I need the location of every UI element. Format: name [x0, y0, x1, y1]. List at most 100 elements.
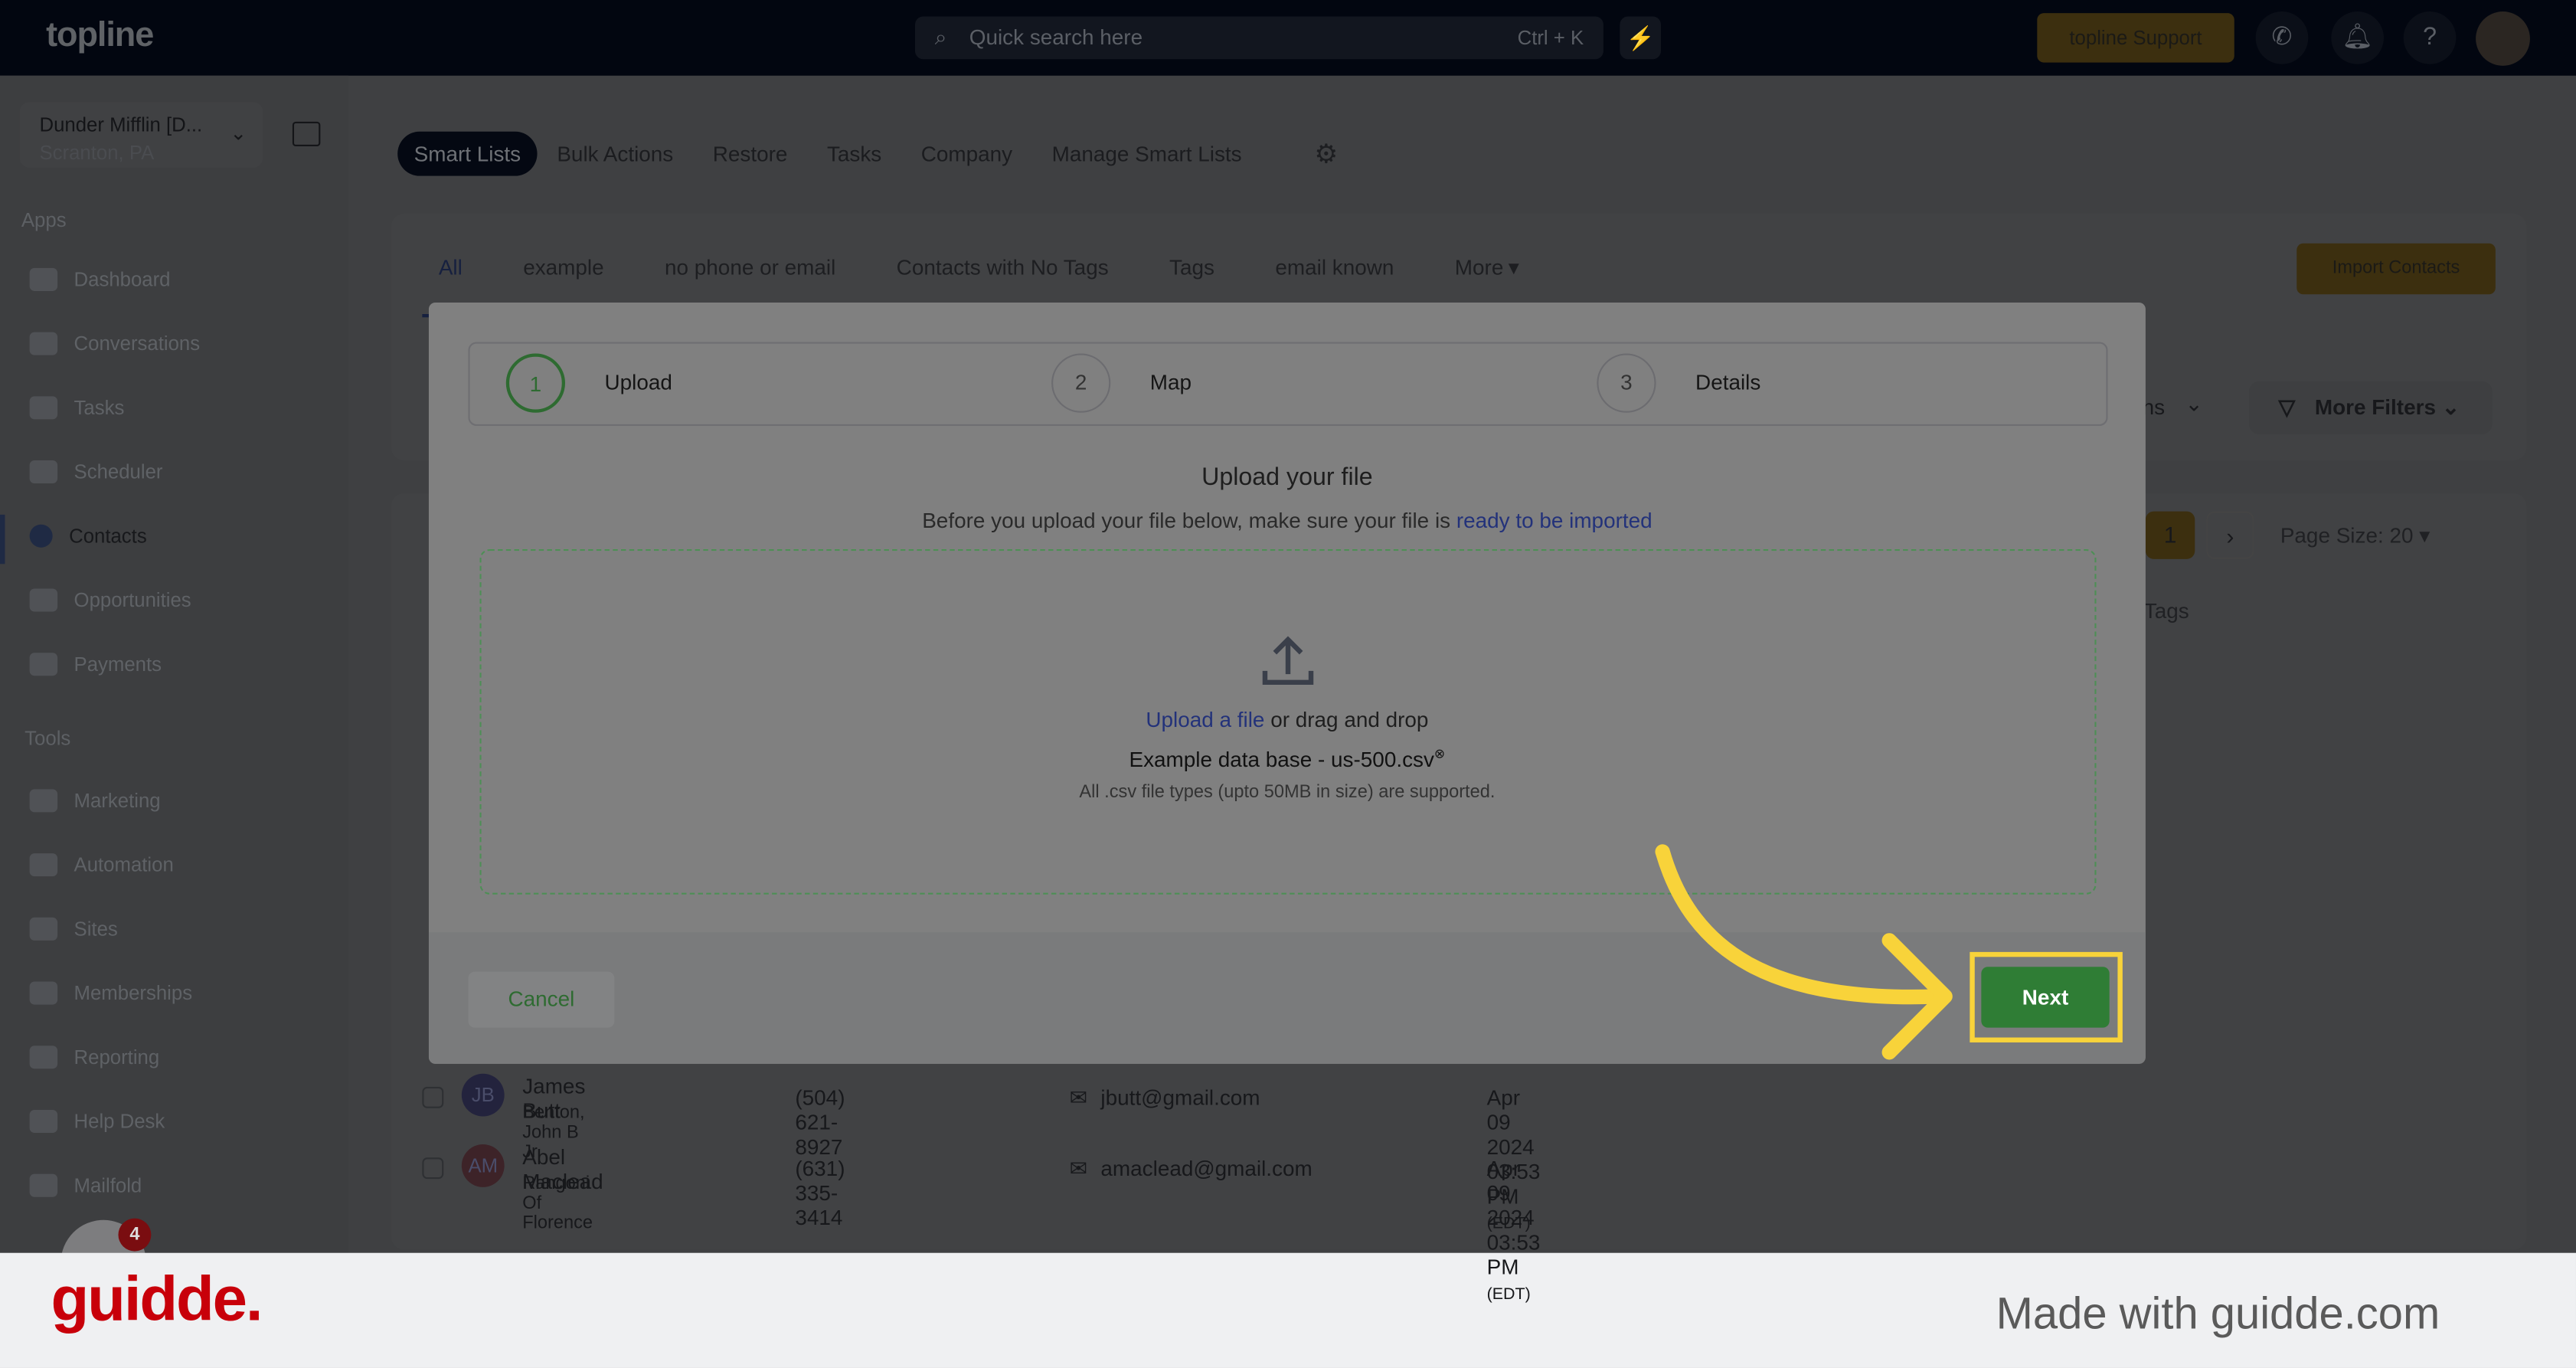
modal-subtitle: Before you upload your file below, make … — [429, 508, 2146, 532]
modal-title: Upload your file — [1201, 463, 1373, 492]
user-avatar[interactable] — [2476, 11, 2530, 66]
sidebar-item-help-desk[interactable]: Help Desk — [29, 1109, 165, 1134]
sidebar-item-automation[interactable]: Automation — [29, 853, 174, 877]
sidebar-item-sites[interactable]: Sites — [29, 917, 118, 941]
conversations-icon — [29, 332, 58, 355]
account-name: Dunder Mifflin [D... — [39, 113, 203, 137]
tools-heading: Tools — [25, 726, 71, 750]
sidebar-item-payments[interactable]: Payments — [29, 653, 162, 676]
step-2-label: Map — [1149, 369, 1192, 395]
row-checkbox[interactable] — [422, 1157, 444, 1180]
sidebar-item-label: Scheduler — [74, 460, 163, 484]
contact-email: jbutt@gmail.com — [1100, 1085, 1260, 1110]
row-checkbox[interactable] — [422, 1086, 444, 1108]
tasks-icon — [29, 396, 58, 420]
contact-company: Rangoni Of Florence — [522, 1173, 593, 1233]
list-tab-more[interactable]: More — [1455, 255, 1504, 281]
date-value: Apr 09 2024 03:53 PM — [1486, 1156, 1541, 1280]
help-icon[interactable]: ? — [2403, 11, 2457, 64]
upload-prompt: Upload a file or drag and drop — [429, 707, 2146, 731]
page-size-select[interactable]: Page Size: 20 ▾ — [2280, 523, 2430, 549]
avatar: AM — [461, 1144, 505, 1187]
date-created: Apr 09 2024 03:53 PM (EDT) — [1487, 1156, 1541, 1304]
step-3-label: Details — [1695, 369, 1761, 395]
timezone: (EDT) — [1486, 1285, 1531, 1304]
sidebar-item-conversations[interactable]: Conversations — [29, 332, 200, 355]
sidebar-item-contacts[interactable]: Contacts — [29, 524, 147, 548]
reporting-icon — [29, 1046, 58, 1069]
upload-file-link[interactable]: Upload a file — [1146, 707, 1264, 731]
tags-column-header: Tags — [2143, 598, 2189, 623]
lightning-icon[interactable]: ⚡ — [1620, 16, 1661, 60]
sites-icon — [29, 917, 58, 941]
next-page-chevron-icon[interactable]: › — [2206, 511, 2254, 559]
step-2-number: 2 — [1051, 353, 1111, 413]
contact-email: amaclead@gmail.com — [1100, 1156, 1313, 1181]
import-contacts-button[interactable]: Import Contacts — [2296, 243, 2496, 295]
sidebar-item-label: Tasks — [74, 396, 125, 420]
cancel-button[interactable]: Cancel — [468, 971, 615, 1028]
sidebar-item-opportunities[interactable]: Opportunities — [29, 588, 191, 612]
contacts-icon — [29, 524, 53, 548]
contact-phone: (504) 621-8927 — [795, 1085, 845, 1160]
tab-restore[interactable]: Restore — [693, 132, 807, 176]
sidebar-item-scheduler[interactable]: Scheduler — [29, 460, 163, 484]
settings-gear-icon[interactable]: ⚙ — [1314, 138, 1338, 171]
tab-company[interactable]: Company — [901, 132, 1032, 176]
remove-file-icon[interactable]: ⊗ — [1434, 747, 1445, 761]
list-tab-example[interactable]: example — [523, 255, 603, 281]
filter-icon: ▽ — [2278, 394, 2296, 420]
chevron-down-icon: ⌄ — [2185, 391, 2203, 417]
avatar: JB — [461, 1073, 505, 1117]
marketing-icon — [29, 789, 58, 813]
tab-bulk-actions[interactable]: Bulk Actions — [538, 132, 693, 176]
phone-icon[interactable]: ✆ — [2255, 11, 2309, 64]
tab-smart-lists[interactable]: Smart Lists — [397, 131, 538, 176]
sidebar-item-label: Payments — [74, 653, 162, 676]
next-button[interactable]: Next — [1981, 967, 2110, 1028]
sidebar-item-marketing[interactable]: Marketing — [29, 789, 161, 813]
help-desk-icon — [29, 1109, 58, 1134]
sidebar-toggle-icon[interactable] — [292, 121, 321, 147]
ready-to-import-link[interactable]: ready to be imported — [1456, 508, 1652, 532]
list-tab-tags[interactable]: Tags — [1169, 255, 1214, 281]
tab-manage-smart-lists[interactable]: Manage Smart Lists — [1032, 132, 1262, 176]
automation-icon — [29, 853, 58, 877]
sidebar-item-mailfold[interactable]: Mailfold — [29, 1173, 142, 1197]
chevron-down-icon: ⌄ — [230, 121, 247, 145]
quick-search-input[interactable]: ⌕ Quick search here Ctrl + K — [914, 16, 1603, 60]
more-filters-button[interactable]: More Filters ⌄ ▽ — [2249, 381, 2493, 434]
drag-drop-text: or drag and drop — [1264, 707, 1429, 732]
selected-file: Example data base - us-500.csv⊗ — [429, 747, 2146, 772]
guidde-logo: guidde. — [51, 1265, 263, 1336]
sidebar-item-reporting[interactable]: Reporting — [29, 1046, 159, 1069]
email-icon: ✉ — [1069, 1085, 1088, 1110]
dashboard-icon — [29, 267, 58, 291]
search-icon: ⌕ — [934, 25, 947, 50]
chevron-down-icon: ▾ — [1508, 254, 1519, 280]
sidebar-item-tasks[interactable]: Tasks — [29, 396, 125, 420]
sidebar-item-dashboard[interactable]: Dashboard — [29, 267, 171, 291]
list-tab-contacts-with-no-tags[interactable]: Contacts with No Tags — [897, 255, 1109, 281]
page-size-label: Page Size: 20 — [2280, 522, 2414, 548]
sidebar-item-label: Automation — [74, 853, 174, 877]
support-button[interactable]: topline Support — [2037, 13, 2234, 63]
list-tab-email-known[interactable]: email known — [1275, 255, 1394, 281]
apps-heading: Apps — [21, 208, 67, 232]
sidebar-item-label: Mailfold — [74, 1173, 142, 1197]
list-tab-all[interactable]: All — [439, 255, 463, 281]
tab-tasks[interactable]: Tasks — [807, 132, 901, 176]
columns-dropdown[interactable]: ns — [2143, 394, 2165, 419]
upload-icon — [1262, 636, 1314, 686]
sidebar-item-label: Memberships — [74, 981, 193, 1005]
page-1-button[interactable]: 1 — [2145, 511, 2195, 559]
scheduler-icon — [29, 460, 58, 484]
list-tab-no-phone-or-email[interactable]: no phone or email — [665, 255, 835, 281]
arrow-annotation-icon — [1655, 844, 1953, 1060]
sidebar-item-memberships[interactable]: Memberships — [29, 981, 193, 1005]
bell-icon[interactable]: 🔔︎ — [2331, 11, 2384, 64]
account-switcher[interactable]: Dunder Mifflin [D... Scranton, PA ⌄ — [19, 102, 263, 168]
file-name: Example data base - us-500.csv — [1129, 747, 1434, 772]
step-1-label: Upload — [604, 369, 672, 395]
app-logo[interactable]: topline — [46, 16, 154, 56]
